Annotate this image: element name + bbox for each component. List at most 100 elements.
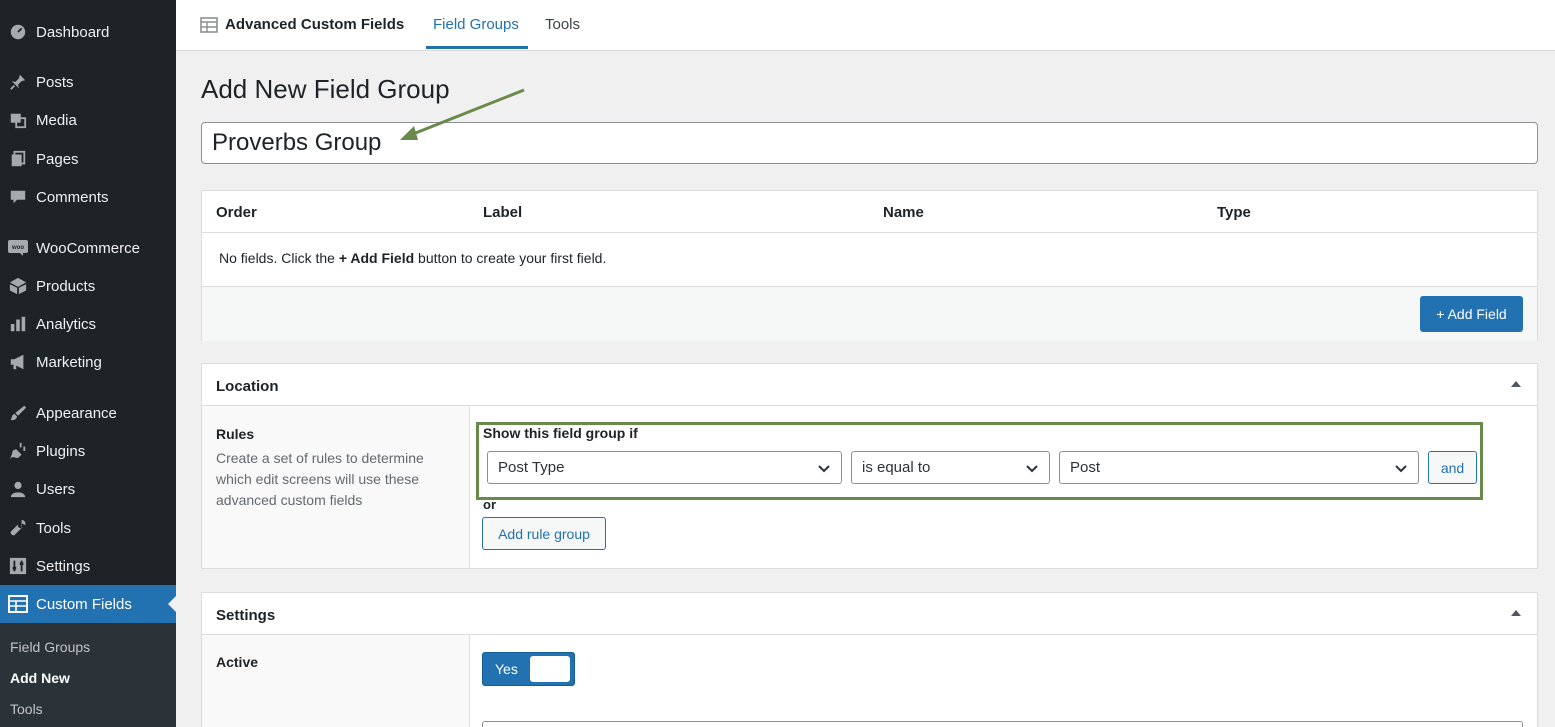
column-label: Label (483, 204, 523, 221)
sidebar-item-label: Appearance (36, 404, 117, 422)
sidebar-item-label: Products (36, 277, 96, 295)
acf-brand-label: Advanced Custom Fields (225, 16, 405, 33)
chevron-down-icon (817, 461, 831, 479)
active-tab-indicator (426, 46, 528, 49)
sidebar-item-settings[interactable]: Settings (0, 549, 176, 583)
acf-brand: Advanced Custom Fields (200, 16, 404, 33)
custom-fields-submenu: Field Groups Add New Tools (0, 623, 176, 727)
chevron-down-icon (1025, 461, 1039, 479)
sidebar-item-comments[interactable]: Comments (0, 180, 176, 214)
collapse-caret-icon[interactable] (1511, 610, 1521, 616)
comments-icon (0, 188, 36, 206)
sidebar-item-label: Analytics (36, 315, 97, 333)
paintbrush-icon (0, 404, 36, 422)
sidebar-item-label: Tools (36, 519, 72, 537)
no-fields-message: No fields. Click the + Add Field button … (219, 250, 606, 266)
fields-table-footer: + Add Field (202, 286, 1537, 341)
table-icon (200, 16, 218, 33)
settings-heading: Settings (216, 607, 276, 624)
chevron-down-icon (1394, 461, 1408, 479)
field-group-title-value: Proverbs Group (212, 129, 382, 156)
settings-header[interactable]: Settings (202, 593, 1537, 635)
woocommerce-icon: woo (0, 240, 36, 256)
sidebar-item-woocommerce[interactable]: woo WooCommerce (0, 231, 176, 265)
tab-field-groups[interactable]: Field Groups (433, 16, 519, 33)
sidebar-item-label: Pages (36, 150, 79, 168)
no-fields-bold: + Add Field (338, 250, 415, 266)
sidebar-item-label: Settings (36, 557, 91, 575)
add-field-button[interactable]: + Add Field (1420, 296, 1523, 332)
sidebar-item-label: Plugins (36, 442, 86, 460)
plug-icon (0, 442, 36, 460)
sidebar-item-posts[interactable]: Posts (0, 65, 176, 99)
rule-operator-select[interactable]: is equal to (851, 451, 1050, 484)
no-fields-text-end: button to create your first field. (414, 250, 607, 266)
sidebar-item-analytics[interactable]: Analytics (0, 307, 176, 341)
rule-param-value: Post Type (498, 459, 565, 476)
rule-param-select[interactable]: Post Type (487, 451, 842, 484)
rule-value-select[interactable]: Post (1059, 451, 1419, 484)
sidebar-item-appearance[interactable]: Appearance (0, 396, 176, 430)
collapse-caret-icon[interactable] (1511, 381, 1521, 387)
sidebar-item-marketing[interactable]: Marketing (0, 345, 176, 379)
sidebar-item-label: Comments (36, 188, 109, 206)
sidebar-item-label: Custom Fields (36, 595, 132, 613)
submenu-item-tools[interactable]: Tools (10, 701, 43, 717)
submenu-item-field-groups[interactable]: Field Groups (10, 639, 90, 655)
toggle-knob (530, 656, 570, 682)
svg-text:woo: woo (11, 245, 24, 251)
sidebar-item-label: Dashboard (36, 23, 110, 41)
add-rule-group-button[interactable]: Add rule group (482, 517, 606, 550)
megaphone-icon (0, 353, 36, 371)
annotation-arrow (400, 88, 525, 140)
column-order: Order (216, 204, 257, 221)
rules-label-column: Rules Create a set of rules to determine… (202, 406, 470, 568)
location-heading: Location (216, 378, 279, 395)
sidebar-item-tools[interactable]: Tools (0, 511, 176, 545)
acf-topbar: Advanced Custom Fields Field Groups Tool… (176, 0, 1555, 51)
wrench-icon (0, 519, 36, 537)
sidebar-item-label: WooCommerce (36, 239, 140, 257)
settings-box: Settings Active (201, 592, 1538, 727)
column-name: Name (883, 204, 924, 221)
style-select-partial[interactable] (482, 721, 1523, 727)
pin-icon (0, 73, 36, 91)
sidebar-item-media[interactable]: Media (0, 103, 176, 137)
dashboard-icon (0, 23, 36, 41)
fields-table: Order Label Name Type No fields. Click t… (201, 190, 1538, 341)
sidebar-item-label: Marketing (36, 353, 102, 371)
sidebar-item-label: Users (36, 480, 76, 498)
sidebar-item-dashboard[interactable]: Dashboard (0, 15, 176, 49)
active-label: Active (216, 654, 259, 670)
rule-operator-value: is equal to (862, 459, 931, 476)
sidebar-item-products[interactable]: Products (0, 269, 176, 303)
column-type: Type (1217, 204, 1251, 221)
media-icon (0, 111, 36, 129)
sidebar-item-users[interactable]: Users (0, 472, 176, 506)
bar-chart-icon (0, 315, 36, 333)
rules-label: Rules (216, 426, 255, 442)
admin-sidebar: Dashboard Posts Media Pages Comments woo… (0, 0, 176, 727)
sidebar-item-pages[interactable]: Pages (0, 142, 176, 176)
no-fields-text: No fields. Click the (219, 250, 339, 266)
pages-icon (0, 150, 36, 168)
submenu-item-add-new[interactable]: Add New (10, 670, 70, 686)
archive-icon (0, 277, 36, 295)
sidebar-item-plugins[interactable]: Plugins (0, 434, 176, 468)
and-button[interactable]: and (1428, 451, 1477, 484)
active-toggle[interactable]: Yes (482, 652, 575, 686)
sidebar-item-custom-fields[interactable]: Custom Fields (0, 585, 176, 623)
sidebar-item-label: Posts (36, 73, 74, 91)
toggle-yes-label: Yes (495, 661, 518, 677)
location-header[interactable]: Location (202, 364, 1537, 406)
rule-value-value: Post (1070, 459, 1101, 476)
show-field-group-if-label: Show this field group if (483, 425, 638, 441)
rules-description: Create a set of rules to determine which… (216, 450, 424, 508)
settings-sliders-icon (0, 557, 36, 575)
settings-label-column: Active (202, 635, 470, 727)
tab-tools[interactable]: Tools (545, 16, 580, 33)
table-icon (0, 595, 36, 613)
user-icon (0, 480, 36, 498)
or-label: or (483, 497, 496, 512)
fields-table-header: Order Label Name Type (202, 191, 1537, 233)
